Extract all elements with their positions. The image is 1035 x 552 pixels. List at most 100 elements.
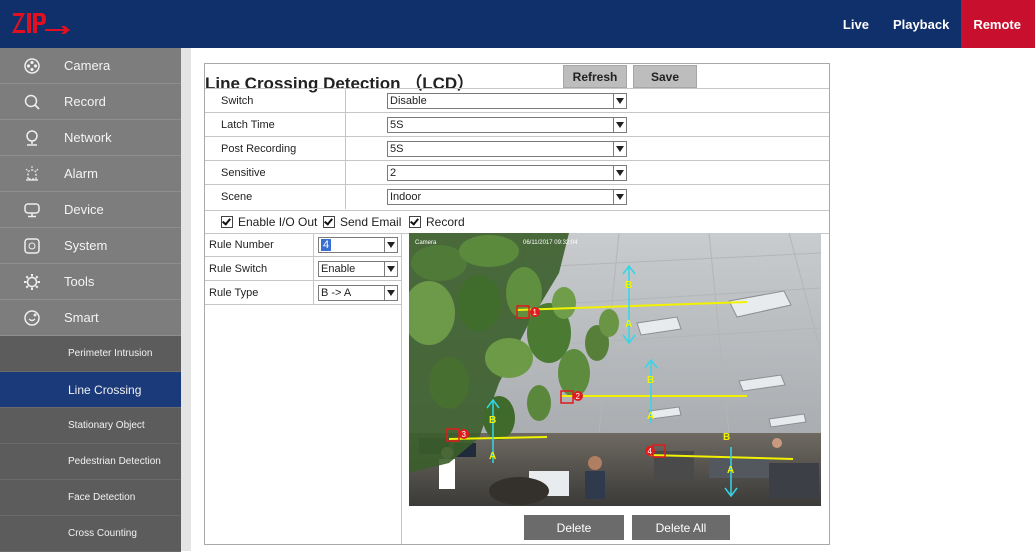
line-number: 4: [648, 447, 653, 456]
line-number: 2: [576, 392, 581, 401]
nav-remote[interactable]: Remote: [961, 0, 1035, 48]
nav-live[interactable]: Live: [831, 0, 881, 48]
setting-label: Scene: [221, 191, 253, 203]
rule-row-switch: Rule Switch Enable: [205, 257, 401, 281]
device-icon: [0, 201, 64, 219]
rule-label: Rule Type: [209, 287, 259, 299]
sidebar-item-tools[interactable]: Tools: [0, 264, 181, 300]
setting-row-sensitive: Sensitive 2: [205, 160, 829, 185]
nav-playback[interactable]: Playback: [881, 0, 961, 48]
sidebar-subitem-perimeter-intrusion[interactable]: Perimeter Intrusion: [0, 336, 181, 372]
sidebar-item-label: Camera: [64, 58, 111, 73]
chevron-down-icon: [384, 238, 397, 252]
sidebar-item-alarm[interactable]: Alarm: [0, 156, 181, 192]
sidebar-item-label: Alarm: [64, 166, 98, 181]
refresh-button[interactable]: Refresh: [563, 65, 627, 88]
side-b-label: B: [723, 432, 730, 443]
system-icon: [0, 237, 64, 255]
rule-label: Rule Switch: [209, 263, 268, 275]
video-preview[interactable]: Camera 06/11/2017 09:32:04 B A 1 B A 2 B…: [409, 233, 821, 506]
delete-all-button[interactable]: Delete All: [632, 515, 730, 540]
chevron-down-icon: [613, 118, 626, 132]
chevron-down-icon: [613, 190, 626, 204]
divider: [345, 161, 346, 185]
select-value: 5S: [390, 119, 404, 131]
chevron-down-icon: [613, 166, 626, 180]
send-email-checkbox[interactable]: Send Email: [323, 215, 401, 229]
chevron-down-icon: [384, 262, 397, 276]
smart-icon: [0, 309, 64, 327]
top-bar: Live Playback Remote: [0, 0, 1035, 48]
rule-row-number: Rule Number 4: [205, 233, 401, 257]
setting-label: Post Recording: [221, 143, 297, 155]
sidebar-subitem-line-crossing[interactable]: Line Crossing: [0, 372, 181, 408]
checkbox-checked-icon: [409, 216, 421, 228]
video-timestamp: 06/11/2017 09:32:04: [523, 240, 578, 246]
sidebar-item-camera[interactable]: Camera: [0, 48, 181, 84]
side-a-label: A: [489, 451, 496, 462]
rule-switch-select[interactable]: Enable: [318, 261, 398, 277]
sidebar-item-label: Smart: [64, 310, 99, 325]
latch-time-select[interactable]: 5S: [387, 117, 627, 133]
divider: [401, 233, 402, 544]
sidebar-item-label: System: [64, 238, 108, 253]
sidebar: Camera Record Network Alarm Device Syste…: [0, 48, 181, 552]
select-value: B -> A: [321, 287, 352, 299]
sidebar-subitem-stationary-object[interactable]: Stationary Object: [0, 408, 181, 444]
divider: [345, 89, 346, 113]
alarm-icon: [0, 165, 64, 183]
setting-row-switch: Switch Disable: [205, 88, 829, 113]
checkbox-checked-icon: [221, 216, 233, 228]
save-button[interactable]: Save: [633, 65, 697, 88]
rule-label: Rule Number: [209, 239, 274, 251]
scene-select[interactable]: Indoor: [387, 189, 627, 205]
delete-button[interactable]: Delete: [524, 515, 624, 540]
side-b-label: B: [647, 375, 654, 386]
checkbox-label: Enable I/O Out: [238, 215, 318, 229]
divider: [313, 281, 314, 304]
rule-type-select[interactable]: B -> A: [318, 285, 398, 301]
record-checkbox[interactable]: Record: [409, 215, 465, 229]
options-row: Enable I/O Out Send Email Record: [205, 210, 829, 234]
line-number: 1: [533, 308, 538, 317]
divider: [313, 233, 314, 256]
sidebar-item-system[interactable]: System: [0, 228, 181, 264]
divider: [313, 257, 314, 280]
checkbox-checked-icon: [323, 216, 335, 228]
sidebar-subitem-face-detection[interactable]: Face Detection: [0, 480, 181, 516]
select-value: Indoor: [390, 191, 422, 203]
select-value: Disable: [390, 95, 427, 107]
checkbox-label: Send Email: [340, 215, 402, 229]
camera-label: Camera: [415, 240, 437, 246]
enable-io-out-checkbox[interactable]: Enable I/O Out: [221, 215, 317, 229]
divider: [345, 113, 346, 137]
switch-select[interactable]: Disable: [387, 93, 627, 109]
sidebar-subitem-cross-counting[interactable]: Cross Counting: [0, 516, 181, 552]
side-a-label: A: [727, 465, 734, 476]
sidebar-item-device[interactable]: Device: [0, 192, 181, 228]
sidebar-subitem-pedestrian-detection[interactable]: Pedestrian Detection: [0, 444, 181, 480]
top-nav: Live Playback Remote: [831, 0, 1035, 48]
setting-label: Switch: [221, 95, 254, 107]
line-number: 3: [462, 430, 467, 439]
side-b-label: B: [489, 415, 496, 426]
setting-label: Latch Time: [221, 119, 275, 131]
sidebar-item-label: Network: [64, 130, 112, 145]
sidebar-item-record[interactable]: Record: [0, 84, 181, 120]
side-a-label: A: [625, 319, 632, 330]
chevron-down-icon: [384, 286, 397, 300]
post-recording-select[interactable]: 5S: [387, 141, 627, 157]
sensitive-select[interactable]: 2: [387, 165, 627, 181]
sidebar-item-smart[interactable]: Smart: [0, 300, 181, 336]
setting-row-scene: Scene Indoor: [205, 184, 829, 209]
sidebar-item-network[interactable]: Network: [0, 120, 181, 156]
sidebar-item-label: Device: [64, 202, 104, 217]
rule-row-type: Rule Type B -> A: [205, 281, 401, 305]
rule-number-select[interactable]: 4: [318, 237, 398, 253]
select-value: Enable: [321, 263, 356, 275]
select-value: 5S: [390, 143, 404, 155]
setting-label: Sensitive: [221, 167, 266, 179]
side-b-label: B: [625, 280, 632, 291]
checkbox-label: Record: [426, 215, 465, 229]
search-icon: [0, 93, 64, 111]
